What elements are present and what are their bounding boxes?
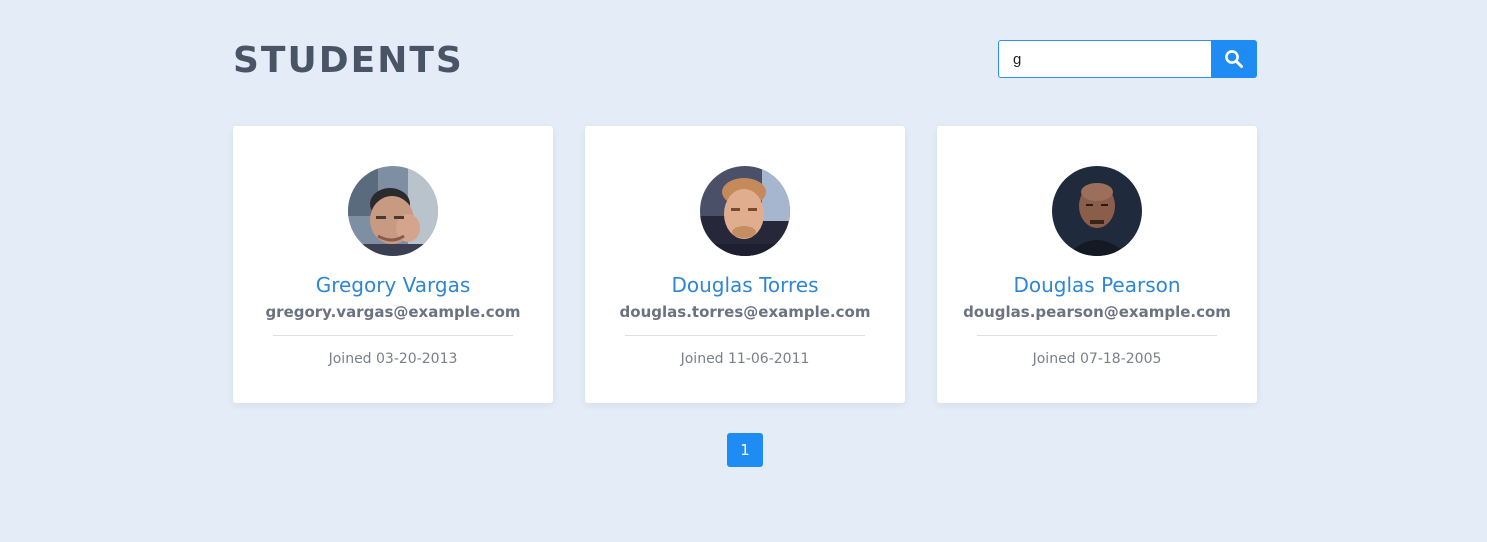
student-email: douglas.torres@example.com bbox=[619, 303, 871, 321]
page-button-1[interactable]: 1 bbox=[727, 433, 763, 467]
search-input[interactable] bbox=[998, 40, 1211, 78]
student-email: gregory.vargas@example.com bbox=[265, 303, 521, 321]
avatar bbox=[348, 166, 438, 256]
divider bbox=[625, 335, 865, 336]
page-title: STUDENTS bbox=[233, 40, 464, 81]
pagination: 1 bbox=[727, 433, 763, 467]
student-card[interactable]: Douglas Torres douglas.torres@example.co… bbox=[585, 126, 905, 403]
student-cards: Gregory Vargas gregory.vargas@example.co… bbox=[233, 126, 1257, 403]
divider bbox=[273, 335, 513, 336]
student-card[interactable]: Gregory Vargas gregory.vargas@example.co… bbox=[233, 126, 553, 403]
joined-date: Joined 07-18-2005 bbox=[1032, 351, 1162, 367]
search-icon bbox=[1225, 50, 1243, 68]
search-button[interactable] bbox=[1211, 40, 1257, 78]
students-page: STUDENTS g Gregory Vargas gregory.vargas… bbox=[0, 0, 1487, 542]
student-name[interactable]: Gregory Vargas bbox=[316, 272, 471, 298]
joined-date: Joined 11-06-2011 bbox=[680, 351, 810, 367]
student-email: douglas.pearson@example.com bbox=[963, 303, 1231, 321]
avatar bbox=[700, 166, 790, 256]
joined-date: Joined 03-20-2013 bbox=[328, 351, 458, 367]
student-card[interactable]: Douglas Pearson douglas.pearson@example.… bbox=[937, 126, 1257, 403]
student-name[interactable]: Douglas Torres bbox=[671, 272, 818, 298]
divider bbox=[977, 335, 1217, 336]
avatar bbox=[1052, 166, 1142, 256]
student-name[interactable]: Douglas Pearson bbox=[1013, 272, 1180, 298]
search-bar bbox=[998, 40, 1257, 78]
